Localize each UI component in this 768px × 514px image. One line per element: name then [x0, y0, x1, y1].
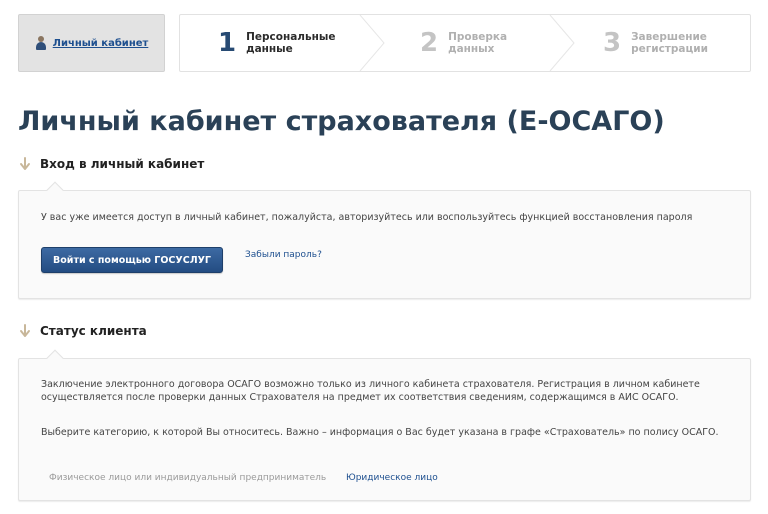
user-icon [35, 36, 47, 50]
category-instruction-text: Выберите категорию, к которой Вы относит… [41, 427, 719, 438]
step-separator-icon [359, 15, 385, 71]
login-section-header: Вход в личный кабинет [18, 156, 204, 172]
status-card: Заключение электронного договора ОСАГО в… [18, 349, 751, 501]
step-3: 3 Завершение регистрации [603, 15, 708, 71]
login-info-text: У вас уже имеется доступ в личный кабине… [41, 212, 693, 223]
step-label: Завершение регистрации [631, 31, 708, 55]
cabinet-box[interactable]: Личный кабинет [18, 14, 165, 72]
step-1: 1 Персональные данные [218, 15, 336, 71]
login-card: У вас уже имеется доступ в личный кабине… [18, 181, 751, 299]
step-separator-icon [549, 15, 575, 71]
step-label: Проверка данных [448, 31, 508, 55]
step-number: 2 [420, 28, 439, 58]
arrow-down-icon [20, 157, 30, 170]
category-juridical-tab[interactable]: Юридическое лицо [346, 473, 438, 483]
status-section-header: Статус клиента [18, 323, 147, 339]
page-title: Личный кабинет страхователя (Е-ОСАГО) [18, 106, 665, 137]
step-number: 1 [218, 28, 237, 58]
status-section-title: Статус клиента [40, 324, 147, 338]
gosuslugi-login-button[interactable]: Войти с помощью ГОСУСЛУГ [41, 247, 223, 273]
arrow-down-icon [20, 324, 30, 337]
step-number: 3 [603, 28, 622, 58]
registration-steps: 1 Персональные данные 2 Проверка данных … [179, 14, 751, 72]
forgot-password-link[interactable]: Забыли пароль? [245, 250, 322, 260]
login-section-title: Вход в личный кабинет [40, 157, 205, 171]
step-2: 2 Проверка данных [420, 15, 507, 71]
category-physical-tab[interactable]: Физическое лицо или индивидуальный предп… [49, 473, 326, 483]
cabinet-link[interactable]: Личный кабинет [53, 38, 149, 49]
step-label: Персональные данные [246, 31, 336, 55]
status-info-text: Заключение электронного договора ОСАГО в… [41, 379, 700, 403]
